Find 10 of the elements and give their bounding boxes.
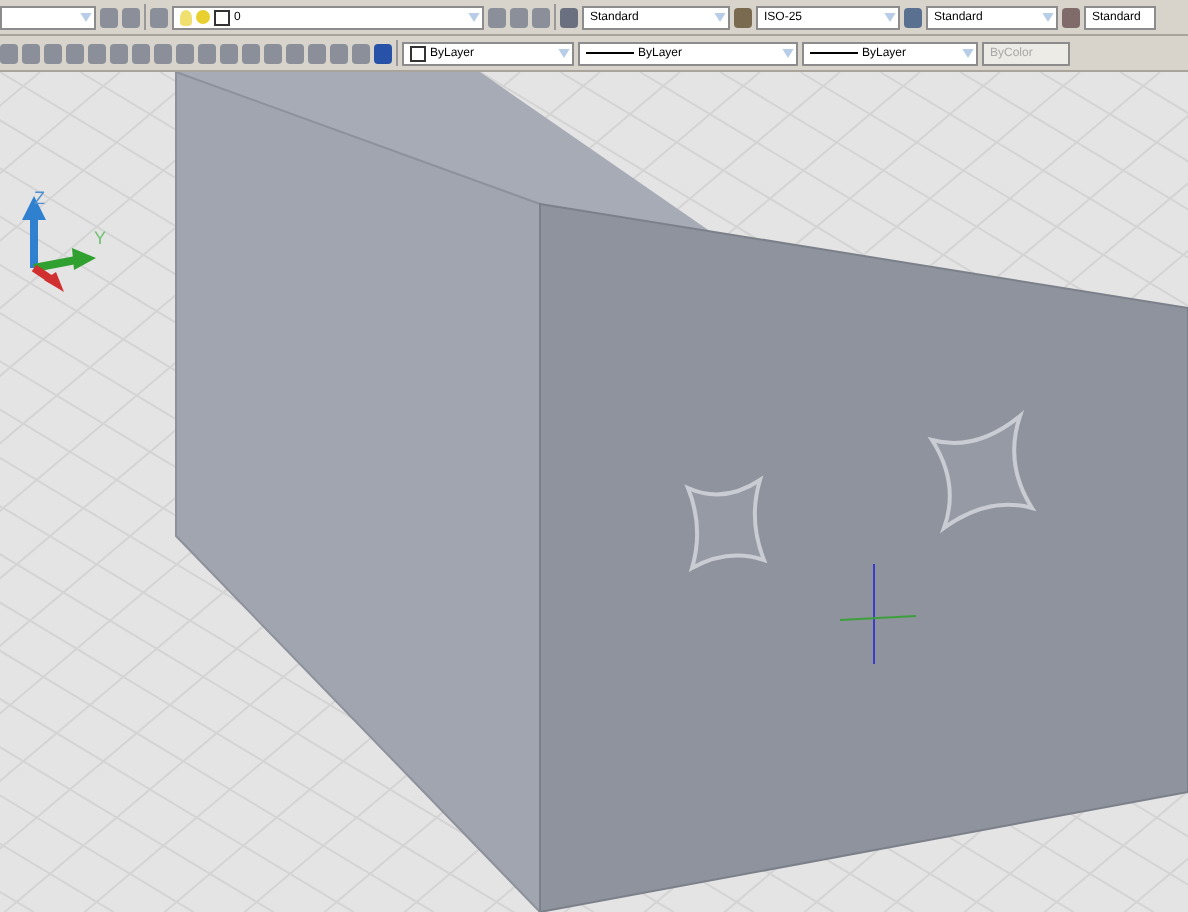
line-sample-icon [586,52,634,54]
workspace-dropdown[interactable] [0,5,96,29]
z-axis-label: Z [34,188,45,208]
y-axis-label: Y [94,228,107,248]
sun-icon [196,10,210,24]
color-swatch-icon [410,45,426,61]
color-square-icon [214,9,230,25]
cursor-crosshair-icon [839,563,917,665]
line-sample-icon [810,52,858,54]
lightbulb-icon [180,9,192,25]
